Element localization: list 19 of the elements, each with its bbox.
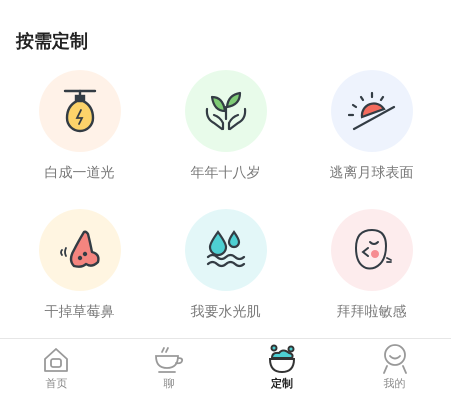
option-label: 年年十八岁 [190,164,260,182]
nose-icon [58,230,102,270]
tab[interactable]: 聊 [112,343,226,395]
cup-icon [154,346,184,374]
bowl-icon [266,344,297,374]
person-icon [380,344,409,374]
light-bulb-icon [62,88,96,134]
option-label: 逃离月球表面 [330,164,414,182]
section-title: 按需定制 [14,30,89,54]
hands-sprout-icon [204,89,248,133]
option-label: 白成一道光 [44,164,114,182]
option-label: 我要水光肌 [190,303,260,321]
tab[interactable]: 我的 [338,343,451,395]
home-icon [42,346,70,374]
tab[interactable]: 首页 [0,343,113,395]
tab[interactable]: 定制 [226,343,338,395]
sunrise-icon [348,91,396,131]
option-label: 拜拜啦敏感 [336,303,406,321]
option-label: 干掉草莓鼻 [44,303,114,321]
